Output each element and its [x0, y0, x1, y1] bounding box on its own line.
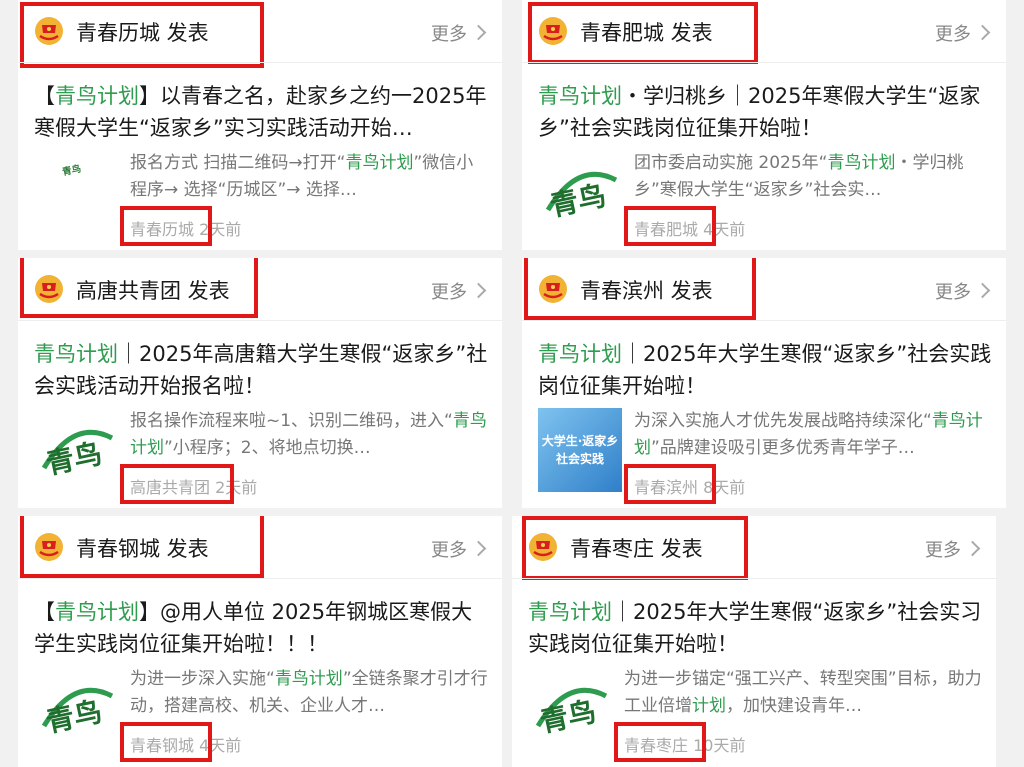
post-title[interactable]: 青鸟计划｜2025年大学生寒假“返家乡”社会实习实践岗位征集开始啦！ — [528, 596, 982, 660]
post-header[interactable]: 青春钢城 发表 更多 — [18, 516, 502, 578]
chevron-right-icon — [470, 540, 487, 557]
post-header[interactable]: 青春枣庄 发表 更多 — [512, 516, 996, 580]
more-link[interactable]: 更多 — [431, 278, 487, 304]
post-title[interactable]: 青鸟计划｜2025年大学生寒假“返家乡”社会实践岗位征集开始啦！ — [538, 338, 992, 402]
more-link[interactable]: 更多 — [431, 536, 487, 562]
more-link[interactable]: 更多 — [925, 536, 981, 562]
highlight-box — [528, 2, 758, 64]
svg-text:青鸟: 青鸟 — [43, 437, 105, 481]
post-summary: 为进一步锚定“强工兴产、转型突围”目标，助力工业倍增计划，加快建设青年… — [624, 669, 982, 716]
post-card[interactable]: 高唐共青团 发表 更多 青鸟计划｜2025年高唐籍大学生寒假“返家乡”社会实践活… — [18, 258, 502, 508]
post-header[interactable]: 青春肥城 发表 更多 — [522, 0, 1006, 64]
highlight-box — [120, 206, 212, 246]
chevron-right-icon — [964, 540, 981, 557]
post-card[interactable]: 青春枣庄 发表 更多 青鸟计划｜2025年大学生寒假“返家乡”社会实习实践岗位征… — [512, 516, 996, 767]
post-title[interactable]: 【青鸟计划】@用人单位 2025年钢城区寒假大学生实践岗位征集开始啦！！！ — [34, 596, 488, 660]
post-card[interactable]: 青春历城 发表 更多 【青鸟计划】以青春之名，赴家乡之约一2025年寒假大学生“… — [18, 0, 502, 250]
more-link[interactable]: 更多 — [431, 20, 487, 46]
qingniao-logo-icon: 青鸟 — [41, 687, 114, 739]
chevron-right-icon — [974, 24, 991, 41]
post-title[interactable]: 青鸟计划｜2025年高唐籍大学生寒假“返家乡”社会实践活动开始报名啦！ — [34, 338, 488, 402]
qingniao-logo-icon: 青鸟 — [41, 429, 114, 481]
post-summary: 报名方式 扫描二维码→打开“青鸟计划”微信小程序→ 选择“历城区”→ 选择… — [130, 153, 474, 200]
svg-text:青鸟: 青鸟 — [43, 695, 105, 739]
post-header[interactable]: 高唐共青团 发表 更多 — [18, 258, 502, 320]
highlight-box — [614, 722, 706, 762]
more-link[interactable]: 更多 — [935, 278, 991, 304]
post-meta: 高唐共青团 2天前 — [120, 464, 257, 504]
svg-text:青鸟: 青鸟 — [61, 163, 82, 179]
post-summary: 报名操作流程来啦~1、识别二维码，进入“青鸟计划”小程序；2、将地点切换… — [130, 411, 487, 458]
post-meta: 青春肥城 4天前 — [624, 206, 745, 246]
post-summary: 团市委启动实施 2025年“青鸟计划・学归桃乡”寒假大学生“返家乡”社会实… — [634, 153, 964, 200]
post-summary: 为深入实施人才优先发展战略持续深化“青鸟计划”品牌建设吸引更多优秀青年学子… — [634, 411, 983, 458]
post-header[interactable]: 青春滨州 发表 更多 — [522, 258, 1006, 320]
post-header[interactable]: 青春历城 发表 更多 — [18, 0, 502, 68]
qingniao-logo-icon: 青鸟 — [545, 171, 618, 223]
post-card[interactable]: 青春肥城 发表 更多 青鸟计划・学归桃乡｜2025年寒假大学生“返家乡”社会实践… — [522, 0, 1006, 250]
highlight-box — [522, 516, 748, 580]
qingniao-logo-icon: 青鸟 — [61, 163, 82, 179]
post-title[interactable]: 青鸟计划・学归桃乡｜2025年寒假大学生“返家乡”社会实践岗位征集开始啦！ — [538, 80, 992, 144]
highlight-box — [120, 464, 234, 504]
post-card[interactable]: 青春钢城 发表 更多 【青鸟计划】@用人单位 2025年钢城区寒假大学生实践岗位… — [18, 516, 502, 767]
chevron-right-icon — [470, 282, 487, 299]
qingniao-logo-icon: 青鸟 — [535, 687, 608, 739]
highlight-box — [20, 2, 264, 68]
chevron-right-icon — [974, 282, 991, 299]
svg-text:青鸟: 青鸟 — [537, 695, 599, 739]
post-summary: 为进一步深入实施“青鸟计划”全链条聚才引才行动，搭建高校、机关、企业人才… — [130, 669, 488, 716]
highlight-box — [624, 206, 716, 246]
post-meta: 青春枣庄 10天前 — [614, 722, 745, 762]
post-thumbnail: 大学生·返家乡社会实践 — [538, 408, 622, 492]
highlight-box — [20, 516, 264, 578]
highlight-box — [524, 258, 756, 320]
highlight-box — [120, 722, 212, 762]
highlight-box — [20, 258, 258, 318]
post-meta: 青春历城 2天前 — [120, 206, 241, 246]
highlight-box — [624, 464, 716, 504]
svg-text:青鸟: 青鸟 — [547, 179, 609, 223]
post-card[interactable]: 青春滨州 发表 更多 青鸟计划｜2025年大学生寒假“返家乡”社会实践岗位征集开… — [522, 258, 1006, 508]
post-meta: 青春钢城 4天前 — [120, 722, 241, 762]
chevron-right-icon — [470, 24, 487, 41]
more-link[interactable]: 更多 — [935, 20, 991, 46]
post-meta: 青春滨州 8天前 — [624, 464, 745, 504]
post-title[interactable]: 【青鸟计划】以青春之名，赴家乡之约一2025年寒假大学生“返家乡”实习实践活动开… — [34, 80, 488, 144]
